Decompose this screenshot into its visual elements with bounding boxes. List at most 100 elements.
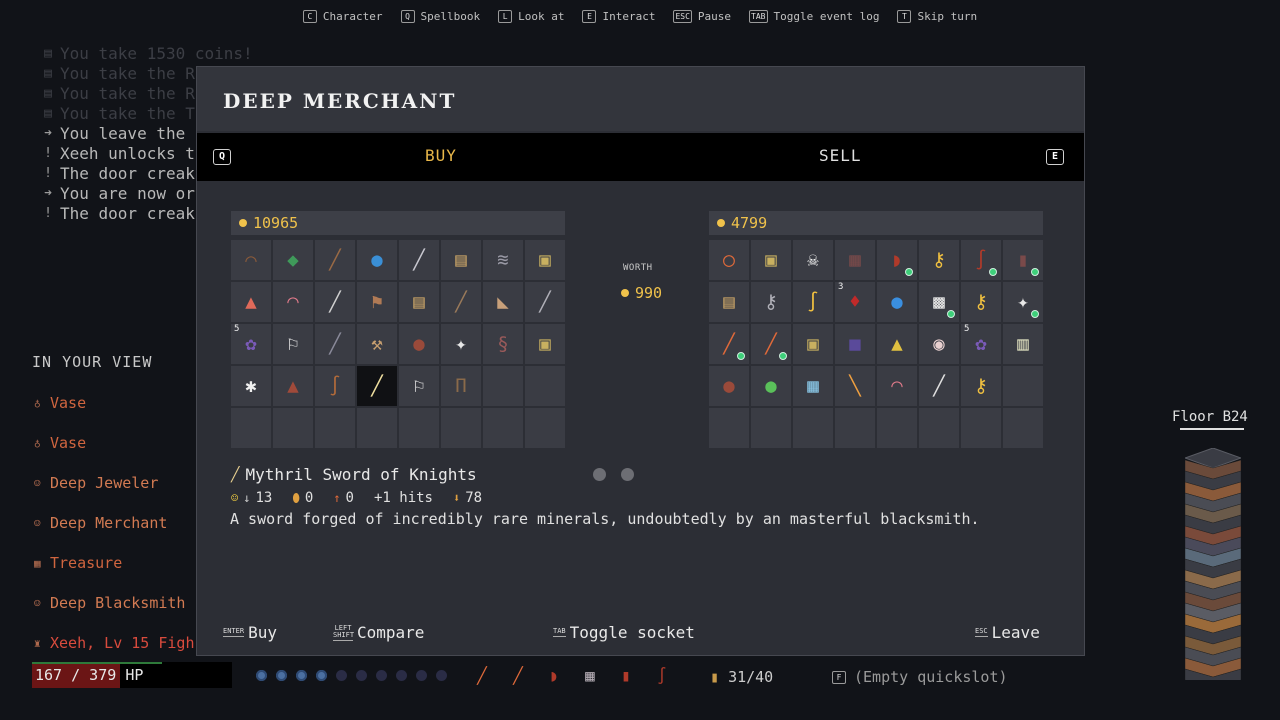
inventory-slot[interactable]: ╱ [751, 324, 791, 364]
inventory-slot[interactable]: ╱ [315, 324, 355, 364]
tab-buy[interactable]: BUY [425, 146, 457, 165]
inventory-slot[interactable]: ◉ [919, 324, 959, 364]
inventory-slot[interactable]: ╱ [441, 282, 481, 322]
inventory-slot[interactable]: ▤ [441, 240, 481, 280]
empty-slot[interactable] [231, 408, 271, 448]
inventory-slot[interactable]: ▦ [835, 240, 875, 280]
empty-slot[interactable] [525, 408, 565, 448]
inventory-slot[interactable]: ◆ [273, 240, 313, 280]
inventory-slot[interactable]: ▮ [1003, 240, 1043, 280]
inventory-slot[interactable]: ✦ [1003, 282, 1043, 322]
inventory-slot[interactable]: ∫ [315, 366, 355, 406]
inventory-slot[interactable]: ▦ [793, 366, 833, 406]
inventory-slot[interactable]: ▩ [919, 282, 959, 322]
empty-slot[interactable] [1003, 366, 1043, 406]
tab-prev-key[interactable]: Q [213, 149, 231, 165]
inventory-slot[interactable]: ⚷ [961, 282, 1001, 322]
inventory-slot[interactable]: ◗ [877, 240, 917, 280]
inventory-slot[interactable]: ◯ [709, 240, 749, 280]
inventory-slot[interactable]: ⚐ [273, 324, 313, 364]
inventory-slot[interactable]: ▲ [877, 324, 917, 364]
whip-icon[interactable]: ∫ [650, 662, 674, 688]
tab-sell[interactable]: SELL [819, 146, 862, 165]
empty-slot[interactable] [525, 366, 565, 406]
inventory-slot[interactable]: ╱ [709, 324, 749, 364]
quickslot[interactable]: F (Empty quickslot) [832, 668, 1008, 686]
inventory-slot[interactable]: ● [709, 366, 749, 406]
empty-slot[interactable] [483, 408, 523, 448]
empty-slot[interactable] [1003, 408, 1043, 448]
empty-slot[interactable] [919, 408, 959, 448]
inventory-slot[interactable]: ∫ [793, 282, 833, 322]
view-item[interactable]: ♁ Vase [34, 383, 195, 423]
view-item[interactable]: ▦ Treasure [34, 543, 195, 583]
inventory-slot[interactable]: ✦ [441, 324, 481, 364]
toggle-socket-button[interactable]: TAB Toggle socket [553, 623, 695, 642]
empty-slot[interactable] [357, 408, 397, 448]
inventory-slot[interactable]: ✱ [231, 366, 271, 406]
inventory-slot[interactable]: ▤ [399, 282, 439, 322]
inventory-slot[interactable]: ▥ [1003, 324, 1043, 364]
inventory-slot[interactable]: ╱ [399, 240, 439, 280]
empty-slot[interactable] [961, 408, 1001, 448]
compare-button[interactable]: LEFT SHIFT Compare [333, 623, 424, 642]
inventory-slot[interactable]: ▤ [709, 282, 749, 322]
inventory-slot[interactable]: ╱ [357, 366, 397, 406]
empty-slot[interactable] [751, 408, 791, 448]
inventory-slot[interactable]: ⚷ [919, 240, 959, 280]
inventory-slot[interactable]: Π [441, 366, 481, 406]
inventory-slot[interactable]: ● [357, 240, 397, 280]
empty-slot[interactable] [877, 408, 917, 448]
empty-slot[interactable] [835, 408, 875, 448]
inventory-slot[interactable]: ▲ [231, 282, 271, 322]
feather-icon[interactable]: ╱ [506, 662, 530, 688]
inventory-slot[interactable]: ╱ [315, 282, 355, 322]
inventory-slot[interactable]: ⚒ [357, 324, 397, 364]
inventory-slot[interactable]: ● [751, 366, 791, 406]
inventory-slot[interactable]: ⚐ [399, 366, 439, 406]
inventory-slot[interactable]: ● [399, 324, 439, 364]
view-item[interactable]: ☺ Deep Blacksmith [34, 583, 195, 623]
leave-button[interactable]: ESC Leave [975, 623, 1040, 642]
inventory-slot[interactable]: ∫ [961, 240, 1001, 280]
empty-slot[interactable] [793, 408, 833, 448]
buy-button[interactable]: ENTER Buy [223, 623, 277, 642]
view-item[interactable]: ♁ Vase [34, 423, 195, 463]
empty-slot[interactable] [483, 366, 523, 406]
inventory-slot[interactable]: ♦ 3 [835, 282, 875, 322]
inventory-slot[interactable]: ⚑ [357, 282, 397, 322]
inventory-slot[interactable]: ≋ [483, 240, 523, 280]
inventory-slot[interactable]: ● [877, 282, 917, 322]
inventory-slot[interactable]: ▣ [525, 240, 565, 280]
inventory-slot[interactable]: ╱ [315, 240, 355, 280]
inventory-slot[interactable]: ▲ [273, 366, 313, 406]
inventory-slot[interactable]: ☠ [793, 240, 833, 280]
inventory-slot[interactable]: § [483, 324, 523, 364]
inventory-slot[interactable]: ⚷ [751, 282, 791, 322]
view-item[interactable]: ♜ Xeeh, Lv 15 Figh [34, 623, 195, 663]
inventory-slot[interactable]: ✿ 5 [231, 324, 271, 364]
empty-slot[interactable] [315, 408, 355, 448]
inventory-slot[interactable]: ▣ [751, 240, 791, 280]
inventory-slot[interactable]: ◠ [877, 366, 917, 406]
empty-slot[interactable] [273, 408, 313, 448]
empty-slot[interactable] [709, 408, 749, 448]
inventory-slot[interactable]: ▣ [793, 324, 833, 364]
empty-slot[interactable] [441, 408, 481, 448]
inventory-slot[interactable]: ╲ [835, 366, 875, 406]
empty-slot[interactable] [399, 408, 439, 448]
inventory-slot[interactable]: ⚷ [961, 366, 1001, 406]
inventory-slot[interactable]: ⌒ [231, 240, 271, 280]
view-item[interactable]: ☺ Deep Jeweler [34, 463, 195, 503]
helmet-icon[interactable]: ◗ [542, 662, 566, 688]
view-item[interactable]: ☺ Deep Merchant [34, 503, 195, 543]
inventory-slot[interactable]: ◣ [483, 282, 523, 322]
inventory-slot[interactable]: ╱ [525, 282, 565, 322]
tab-next-key[interactable]: E [1046, 149, 1064, 165]
boots-icon[interactable]: ▮ [614, 662, 638, 688]
socket-slot[interactable] [593, 468, 606, 481]
inventory-slot[interactable]: ╱ [919, 366, 959, 406]
feather-icon[interactable]: ╱ [470, 662, 494, 688]
armor-icon[interactable]: ▦ [578, 662, 602, 688]
inventory-slot[interactable]: ▣ [525, 324, 565, 364]
